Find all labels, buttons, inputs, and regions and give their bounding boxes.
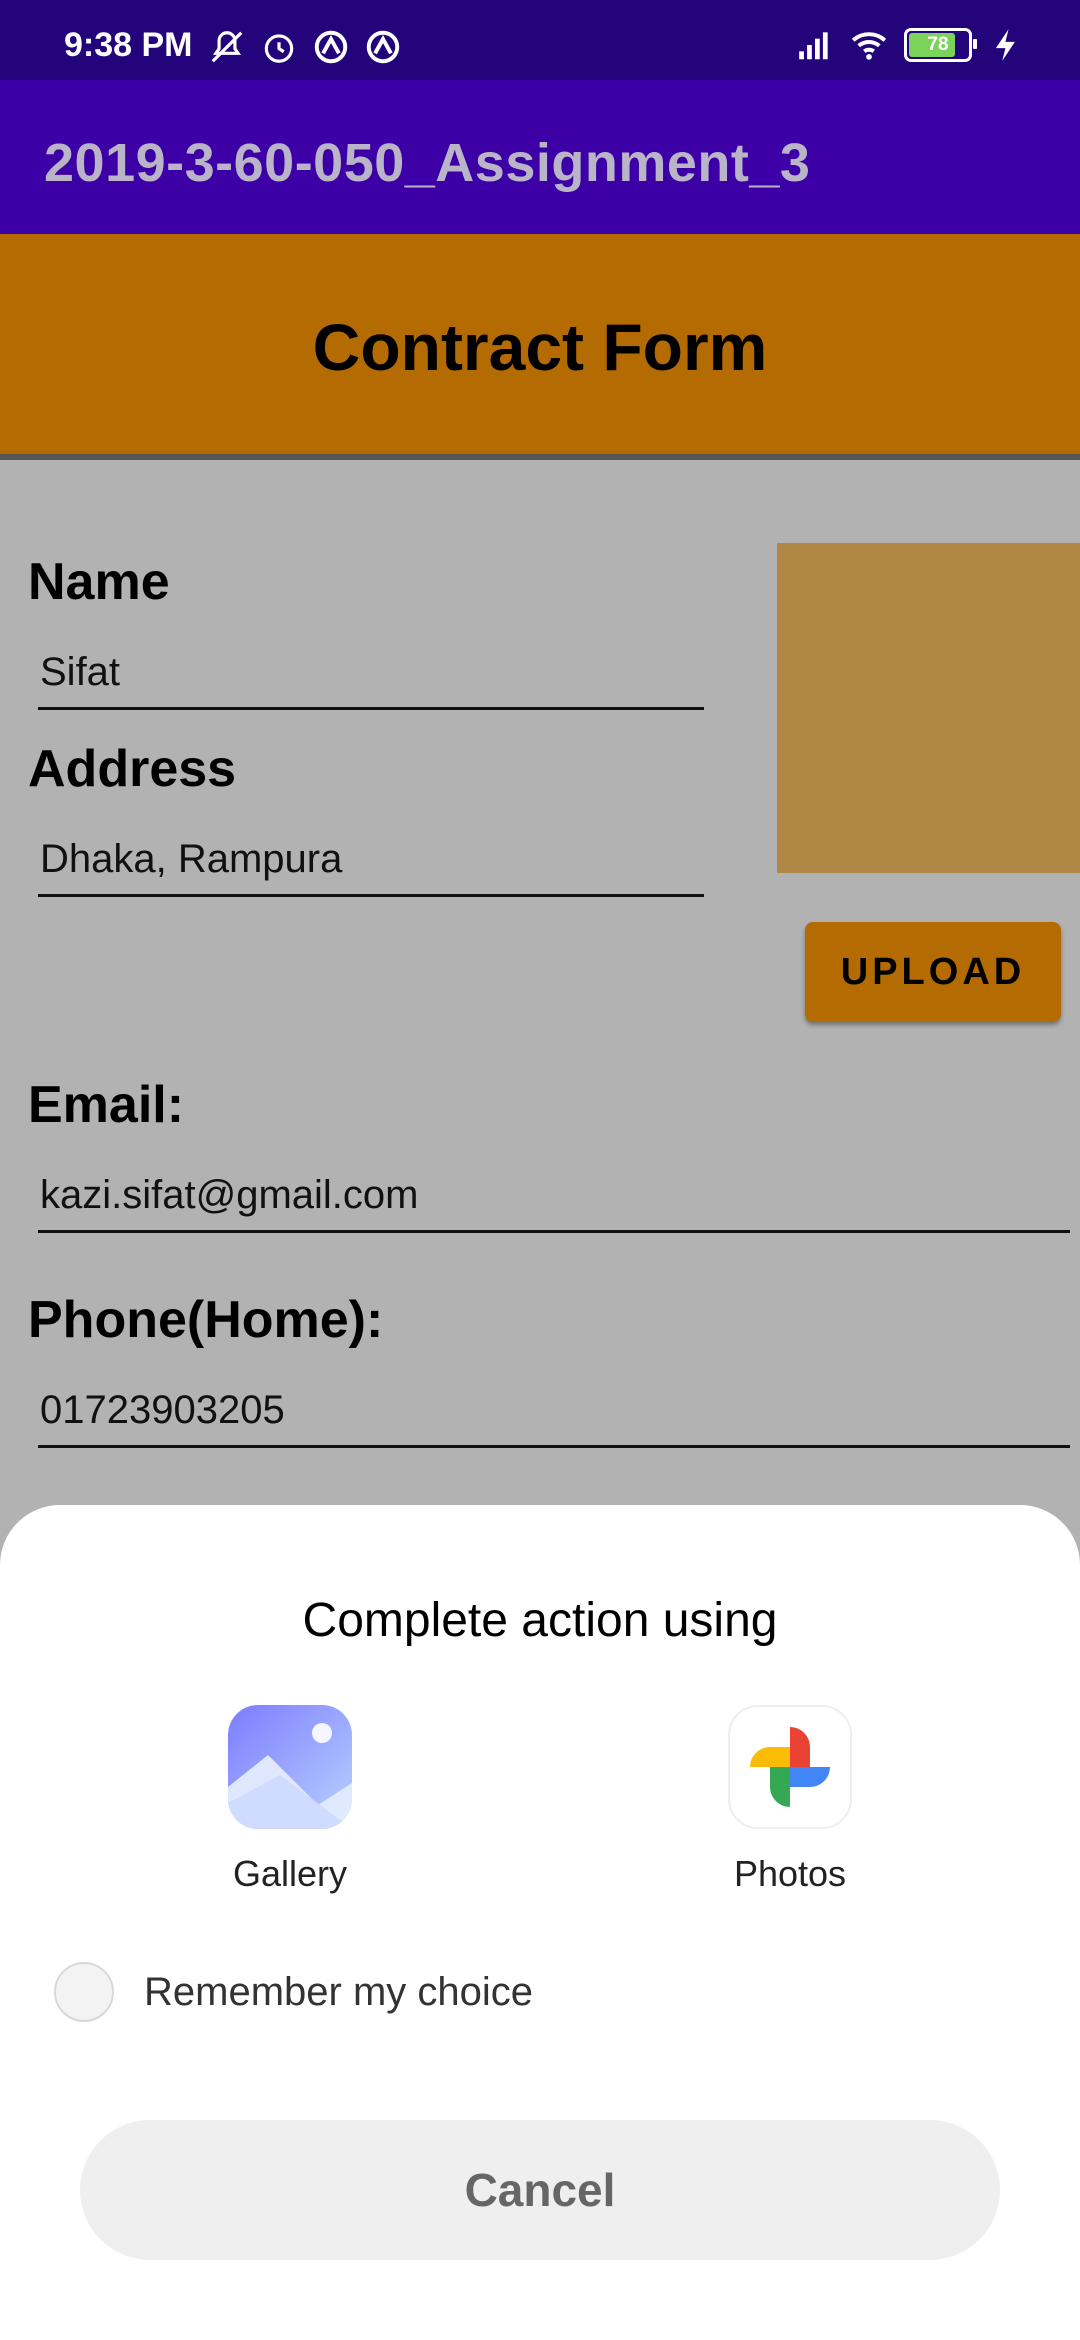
status-icons-right: 78	[796, 26, 1026, 64]
email-label: Email:	[28, 1076, 185, 1134]
photos-icon	[728, 1705, 852, 1829]
form-title: Contract Form	[312, 310, 768, 384]
app-bar: 2019-3-60-050_Assignment_3	[0, 80, 1080, 234]
name-label: Name	[28, 553, 170, 611]
chooser-title: Complete action using	[302, 1594, 778, 1647]
photo-preview	[777, 543, 1080, 873]
vpn-icon	[366, 30, 400, 64]
remember-choice-label: Remember my choice	[144, 1969, 534, 2014]
email-field[interactable]: kazi.sifat@gmail.com	[38, 1160, 1070, 1233]
upload-button[interactable]: UPLOAD	[805, 922, 1061, 1022]
app-name: Photos	[733, 1853, 847, 1894]
wifi-icon	[851, 32, 887, 60]
cancel-button[interactable]: Cancel	[80, 2120, 1000, 2260]
remember-choice-radio[interactable]	[54, 1962, 114, 2022]
phone-field[interactable]: 01723903205	[38, 1375, 1070, 1448]
app-option-gallery[interactable]: Gallery	[170, 1705, 410, 1895]
status-time: 9:38 PM	[64, 26, 193, 64]
alarm-icon	[264, 34, 294, 63]
name-field[interactable]: Sifat	[38, 637, 704, 710]
mute-icon	[211, 31, 243, 63]
app-option-photos[interactable]: Photos	[670, 1705, 910, 1895]
battery-level: 78	[927, 34, 949, 55]
battery-icon: 78	[904, 28, 977, 62]
vpn-icon	[314, 30, 348, 64]
app-name: Gallery	[232, 1853, 348, 1894]
status-icons-left	[208, 28, 402, 66]
address-field[interactable]: Dhaka, Rampura	[38, 824, 704, 897]
chooser-sheet: Complete action using Gallery Photos Rem…	[0, 1505, 1080, 2340]
signal-icon	[799, 32, 828, 60]
status-bar: 9:38 PM 78	[0, 0, 1080, 80]
address-label: Address	[28, 740, 237, 798]
remember-choice-row[interactable]: Remember my choice	[54, 1962, 533, 2022]
app-title: 2019-3-60-050_Assignment_3	[44, 133, 811, 193]
charging-icon	[995, 29, 1015, 61]
phone-label: Phone(Home):	[28, 1291, 384, 1349]
form-header: Contract Form	[0, 234, 1080, 460]
gallery-icon	[228, 1705, 352, 1829]
